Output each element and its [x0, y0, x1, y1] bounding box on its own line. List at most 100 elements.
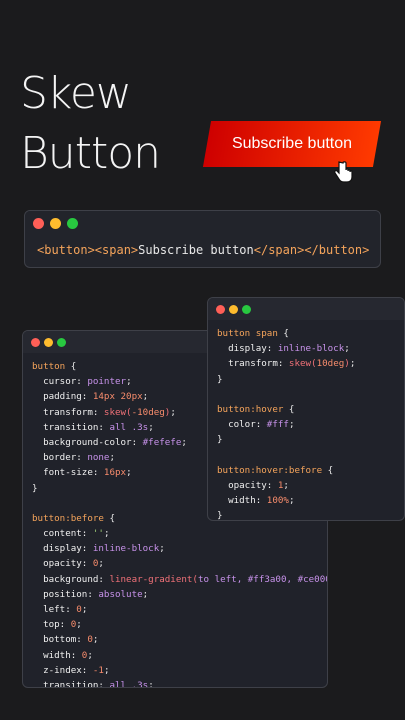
code-token: display: [217, 343, 278, 355]
code-token: ; [283, 479, 289, 491]
code-token: { [103, 512, 115, 524]
code-token: button [32, 361, 66, 372]
code-token: background-color: [32, 436, 143, 448]
code-token: button:before [32, 512, 104, 524]
code-token: left: [32, 604, 77, 615]
close-dot-icon[interactable] [31, 338, 40, 347]
code-token: ; [109, 452, 116, 464]
code-token: #ff3a00 [247, 573, 287, 585]
code-token: all .3s [109, 679, 149, 688]
code-token: background: [32, 573, 110, 585]
code-line: display: inline-block; [217, 341, 395, 356]
code-token: top: [32, 619, 71, 631]
code-line: left: 0; [32, 602, 318, 617]
code-line: opacity: 1; [217, 478, 395, 493]
code-line: display: inline-block; [32, 541, 318, 556]
html-code: <button><span>Subscribe button</span></b… [25, 235, 380, 267]
code-line: color: #fff; [217, 417, 395, 432]
code-token: ; [142, 391, 149, 403]
code-token: { [322, 464, 334, 476]
code-token: inline-block [92, 543, 160, 555]
code-token: font-size: [32, 467, 104, 479]
code-token: border: [32, 452, 88, 464]
code-token: display: [32, 543, 93, 555]
code-token: ; [92, 634, 99, 646]
code-line: button span { [217, 326, 395, 341]
button-text: Subscribe button [138, 243, 254, 257]
code-token: all .3s [109, 421, 149, 433]
code-token: } [217, 510, 223, 521]
css-span-window: button span { display: inline-block; tra… [207, 297, 405, 521]
code-token: { [65, 361, 77, 372]
code-token: transition: [32, 679, 110, 688]
code-line: button:hover:before { [217, 463, 395, 478]
close-span-tag: </span> [253, 243, 305, 257]
headline-line-1: Skew [20, 68, 132, 119]
code-token: button:hover:before [217, 464, 323, 476]
minimize-dot-icon[interactable] [50, 218, 61, 229]
code-token: ; [103, 664, 110, 676]
code-token: ; [76, 619, 82, 631]
code-token: ; [126, 376, 132, 388]
code-token: #ce0000 [297, 573, 327, 585]
css-code-right: button span { display: inline-block; tra… [208, 320, 404, 521]
code-token: '' [92, 528, 104, 540]
code-token: width: [217, 495, 267, 507]
close-dot-icon[interactable] [216, 305, 225, 314]
code-token: ; [148, 421, 154, 433]
code-token: z-index: [32, 664, 93, 676]
code-token: skew( [288, 358, 317, 370]
code-line: width: 0; [32, 648, 318, 663]
code-line: button:hover { [217, 402, 395, 417]
code-token: 14px 20px [92, 391, 143, 403]
close-dot-icon[interactable] [33, 218, 44, 229]
code-line: content: ''; [32, 526, 318, 541]
hand-pointer-icon [334, 161, 353, 183]
code-token: skew( [103, 406, 132, 418]
minimize-dot-icon[interactable] [44, 338, 53, 347]
maximize-dot-icon[interactable] [242, 305, 251, 314]
code-token: #fefefe [142, 436, 182, 448]
code-line: } [217, 432, 395, 447]
code-token: opacity: [217, 479, 278, 491]
code-token: absolute [98, 588, 143, 600]
code-token: ; [87, 649, 93, 661]
code-token: ; [159, 543, 165, 555]
code-token: } [32, 482, 38, 494]
open-button-tag: <button> [37, 243, 95, 257]
code-token: ; [288, 419, 295, 431]
code-token: pointer [87, 376, 127, 388]
code-token: -1 [92, 664, 104, 676]
minimize-dot-icon[interactable] [229, 305, 238, 314]
maximize-dot-icon[interactable] [67, 218, 78, 229]
code-token: -10deg [131, 406, 165, 418]
code-token: button span [217, 328, 278, 339]
code-token: { [283, 403, 295, 415]
code-token: ; [142, 588, 149, 600]
code-token: ; [344, 343, 350, 355]
code-token: width: [32, 649, 82, 661]
subscribe-button[interactable]: Subscribe button [202, 121, 382, 167]
headline-line-2: Button [20, 128, 161, 179]
code-line: position: absolute; [32, 587, 318, 602]
code-token: } [217, 434, 223, 446]
code-line: transform: skew(10deg); [217, 356, 395, 371]
close-button-tag: </button> [304, 243, 370, 257]
code-token: content: [32, 528, 93, 540]
code-line: transition: all .3s; [32, 678, 318, 688]
code-token: , [286, 573, 298, 585]
code-token: transform: [217, 358, 289, 370]
headline: Skew Button [20, 64, 161, 184]
code-token: ; [81, 604, 88, 615]
code-line: z-index: -1; [32, 663, 318, 678]
code-line: opacity: 0; [32, 556, 318, 571]
code-token: bottom: [32, 634, 88, 646]
code-line: width: 100%; [217, 493, 395, 508]
code-token: ; [349, 358, 356, 370]
code-token: ; [148, 679, 154, 688]
code-token: 16px [103, 467, 127, 479]
code-token: 10deg [316, 358, 345, 370]
maximize-dot-icon[interactable] [57, 338, 66, 347]
